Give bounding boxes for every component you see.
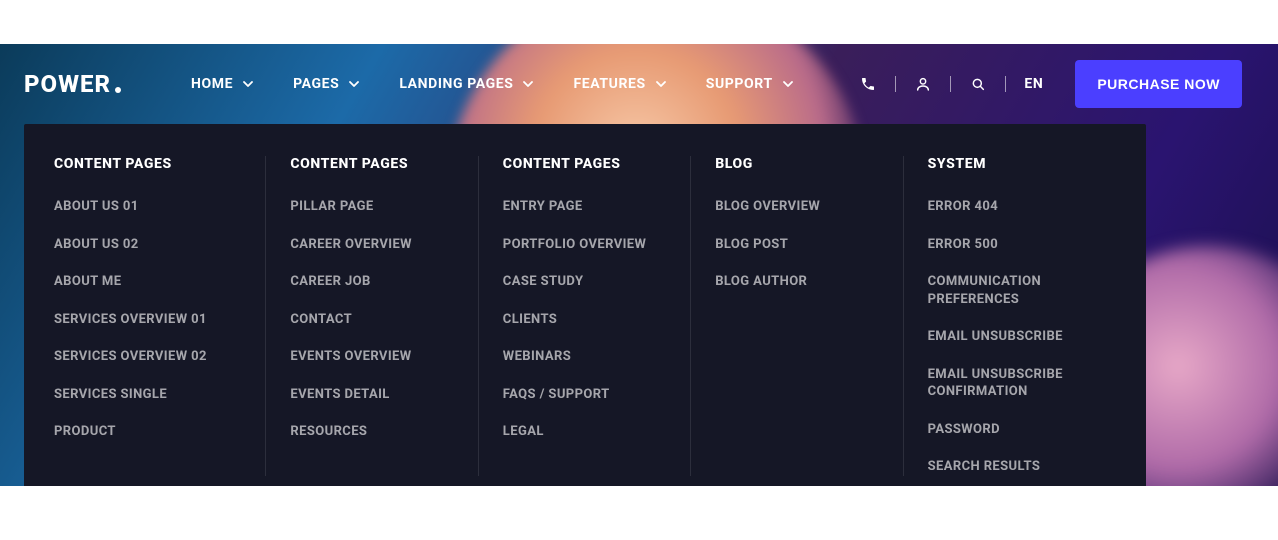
nav-links: HOME PAGES LANDING PAGES FEATURES bbox=[191, 76, 793, 92]
mega-item[interactable]: COMMUNICATION PREFERENCES bbox=[928, 273, 1116, 308]
nav-item-landing-pages[interactable]: LANDING PAGES bbox=[399, 76, 533, 92]
nav-item-support[interactable]: SUPPORT bbox=[706, 76, 793, 92]
mega-item[interactable]: RESOURCES bbox=[290, 423, 453, 441]
logo-text: POWER bbox=[24, 70, 111, 98]
mega-item[interactable]: ABOUT US 02 bbox=[54, 236, 241, 254]
nav-label: LANDING PAGES bbox=[399, 76, 513, 92]
mega-item[interactable]: ERROR 500 bbox=[928, 236, 1116, 254]
purchase-button[interactable]: PURCHASE NOW bbox=[1075, 60, 1242, 108]
chevron-down-icon bbox=[783, 79, 793, 89]
mega-column-2: CONTENT PAGES PILLAR PAGE CAREER OVERVIE… bbox=[266, 156, 478, 476]
divider bbox=[895, 76, 896, 92]
nav-label: HOME bbox=[191, 76, 233, 92]
logo[interactable]: POWER bbox=[24, 70, 121, 98]
mega-item[interactable]: BLOG POST bbox=[715, 236, 878, 254]
nav-item-home[interactable]: HOME bbox=[191, 76, 253, 92]
user-icon[interactable] bbox=[914, 75, 932, 93]
mega-column-3: CONTENT PAGES ENTRY PAGE PORTFOLIO OVERV… bbox=[479, 156, 691, 476]
chevron-down-icon bbox=[523, 79, 533, 89]
mega-heading: CONTENT PAGES bbox=[54, 156, 241, 172]
nav-item-features[interactable]: FEATURES bbox=[573, 76, 665, 92]
mega-heading: CONTENT PAGES bbox=[503, 156, 666, 172]
mega-item[interactable]: CLIENTS bbox=[503, 311, 666, 329]
mega-item[interactable]: BLOG OVERVIEW bbox=[715, 198, 878, 216]
mega-heading: BLOG bbox=[715, 156, 878, 172]
nav-label: FEATURES bbox=[573, 76, 645, 92]
mega-item[interactable]: EVENTS OVERVIEW bbox=[290, 348, 453, 366]
chevron-down-icon bbox=[243, 79, 253, 89]
divider bbox=[1005, 76, 1006, 92]
mega-item[interactable]: ABOUT US 01 bbox=[54, 198, 241, 216]
nav-right: EN PURCHASE NOW bbox=[859, 60, 1242, 108]
chevron-down-icon bbox=[349, 79, 359, 89]
mega-heading: CONTENT PAGES bbox=[290, 156, 453, 172]
mega-item[interactable]: PRODUCT bbox=[54, 423, 241, 441]
phone-icon[interactable] bbox=[859, 75, 877, 93]
mega-item[interactable]: SERVICES SINGLE bbox=[54, 386, 241, 404]
mega-item[interactable]: FAQS / SUPPORT bbox=[503, 386, 666, 404]
mega-item[interactable]: LEGAL bbox=[503, 423, 666, 441]
nav-label: PAGES bbox=[293, 76, 339, 92]
mega-item[interactable]: SERVICES OVERVIEW 02 bbox=[54, 348, 241, 366]
mega-item[interactable]: ERROR 404 bbox=[928, 198, 1116, 216]
mega-item[interactable]: SERVICES OVERVIEW 01 bbox=[54, 311, 241, 329]
hero-background: POWER HOME PAGES LANDING PAGES bbox=[0, 44, 1278, 486]
mega-item[interactable]: CONTACT bbox=[290, 311, 453, 329]
mega-item[interactable]: ABOUT ME bbox=[54, 273, 241, 291]
logo-dot bbox=[115, 87, 121, 93]
mega-item[interactable]: BLOG AUTHOR bbox=[715, 273, 878, 291]
nav-item-pages[interactable]: PAGES bbox=[293, 76, 359, 92]
mega-item[interactable]: EVENTS DETAIL bbox=[290, 386, 453, 404]
divider bbox=[950, 76, 951, 92]
mega-column-5: SYSTEM ERROR 404 ERROR 500 COMMUNICATION… bbox=[904, 156, 1116, 476]
chevron-down-icon bbox=[656, 79, 666, 89]
search-icon[interactable] bbox=[969, 75, 987, 93]
mega-column-1: CONTENT PAGES ABOUT US 01 ABOUT US 02 AB… bbox=[54, 156, 266, 476]
mega-item[interactable]: ENTRY PAGE bbox=[503, 198, 666, 216]
mega-item[interactable]: CAREER JOB bbox=[290, 273, 453, 291]
mega-menu: CONTENT PAGES ABOUT US 01 ABOUT US 02 AB… bbox=[24, 124, 1146, 486]
mega-column-4: BLOG BLOG OVERVIEW BLOG POST BLOG AUTHOR bbox=[691, 156, 903, 476]
nav-label: SUPPORT bbox=[706, 76, 773, 92]
mega-item[interactable]: PILLAR PAGE bbox=[290, 198, 453, 216]
navbar: POWER HOME PAGES LANDING PAGES bbox=[0, 44, 1278, 124]
mega-item[interactable]: CAREER OVERVIEW bbox=[290, 236, 453, 254]
language-switch[interactable]: EN bbox=[1024, 76, 1043, 92]
mega-item[interactable]: PASSWORD bbox=[928, 421, 1116, 439]
mega-item[interactable]: CASE STUDY bbox=[503, 273, 666, 291]
mega-item[interactable]: SEARCH RESULTS bbox=[928, 458, 1116, 476]
mega-item[interactable]: WEBINARS bbox=[503, 348, 666, 366]
mega-item[interactable]: PORTFOLIO OVERVIEW bbox=[503, 236, 666, 254]
mega-item[interactable]: EMAIL UNSUBSCRIBE CONFIRMATION bbox=[928, 366, 1116, 401]
mega-heading: SYSTEM bbox=[928, 156, 1116, 172]
mega-item[interactable]: EMAIL UNSUBSCRIBE bbox=[928, 328, 1116, 346]
